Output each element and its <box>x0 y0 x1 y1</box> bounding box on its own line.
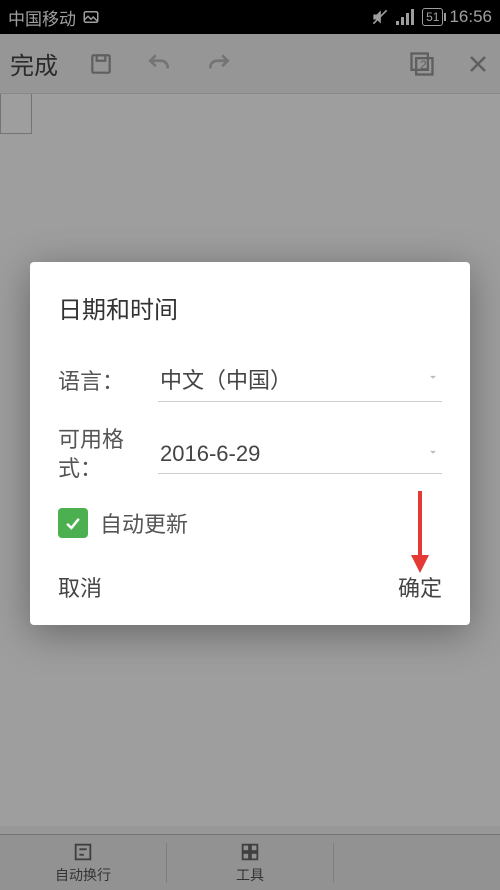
language-row: 语言： 中文（中国） <box>58 357 442 402</box>
auto-update-label: 自动更新 <box>100 507 188 539</box>
check-icon <box>63 513 83 533</box>
chevron-down-icon <box>426 445 440 464</box>
screen: 中国移动 51 16:56 完成 <box>0 0 500 890</box>
language-label: 语言： <box>58 364 158 396</box>
auto-update-checkbox[interactable] <box>58 508 88 538</box>
format-row: 可用格式： 2016-6-29 <box>58 426 442 483</box>
format-select[interactable]: 2016-6-29 <box>158 435 442 474</box>
annotation-arrow-icon <box>409 489 431 579</box>
cancel-button[interactable]: 取消 <box>58 571 102 603</box>
confirm-button[interactable]: 确定 <box>398 571 442 603</box>
chevron-down-icon <box>426 370 440 389</box>
format-label: 可用格式： <box>58 426 158 483</box>
dialog-title: 日期和时间 <box>58 290 442 325</box>
auto-update-row[interactable]: 自动更新 <box>58 507 442 539</box>
date-time-dialog: 日期和时间 语言： 中文（中国） 可用格式： 2016-6-29 <box>30 262 470 625</box>
language-select[interactable]: 中文（中国） <box>158 357 442 402</box>
